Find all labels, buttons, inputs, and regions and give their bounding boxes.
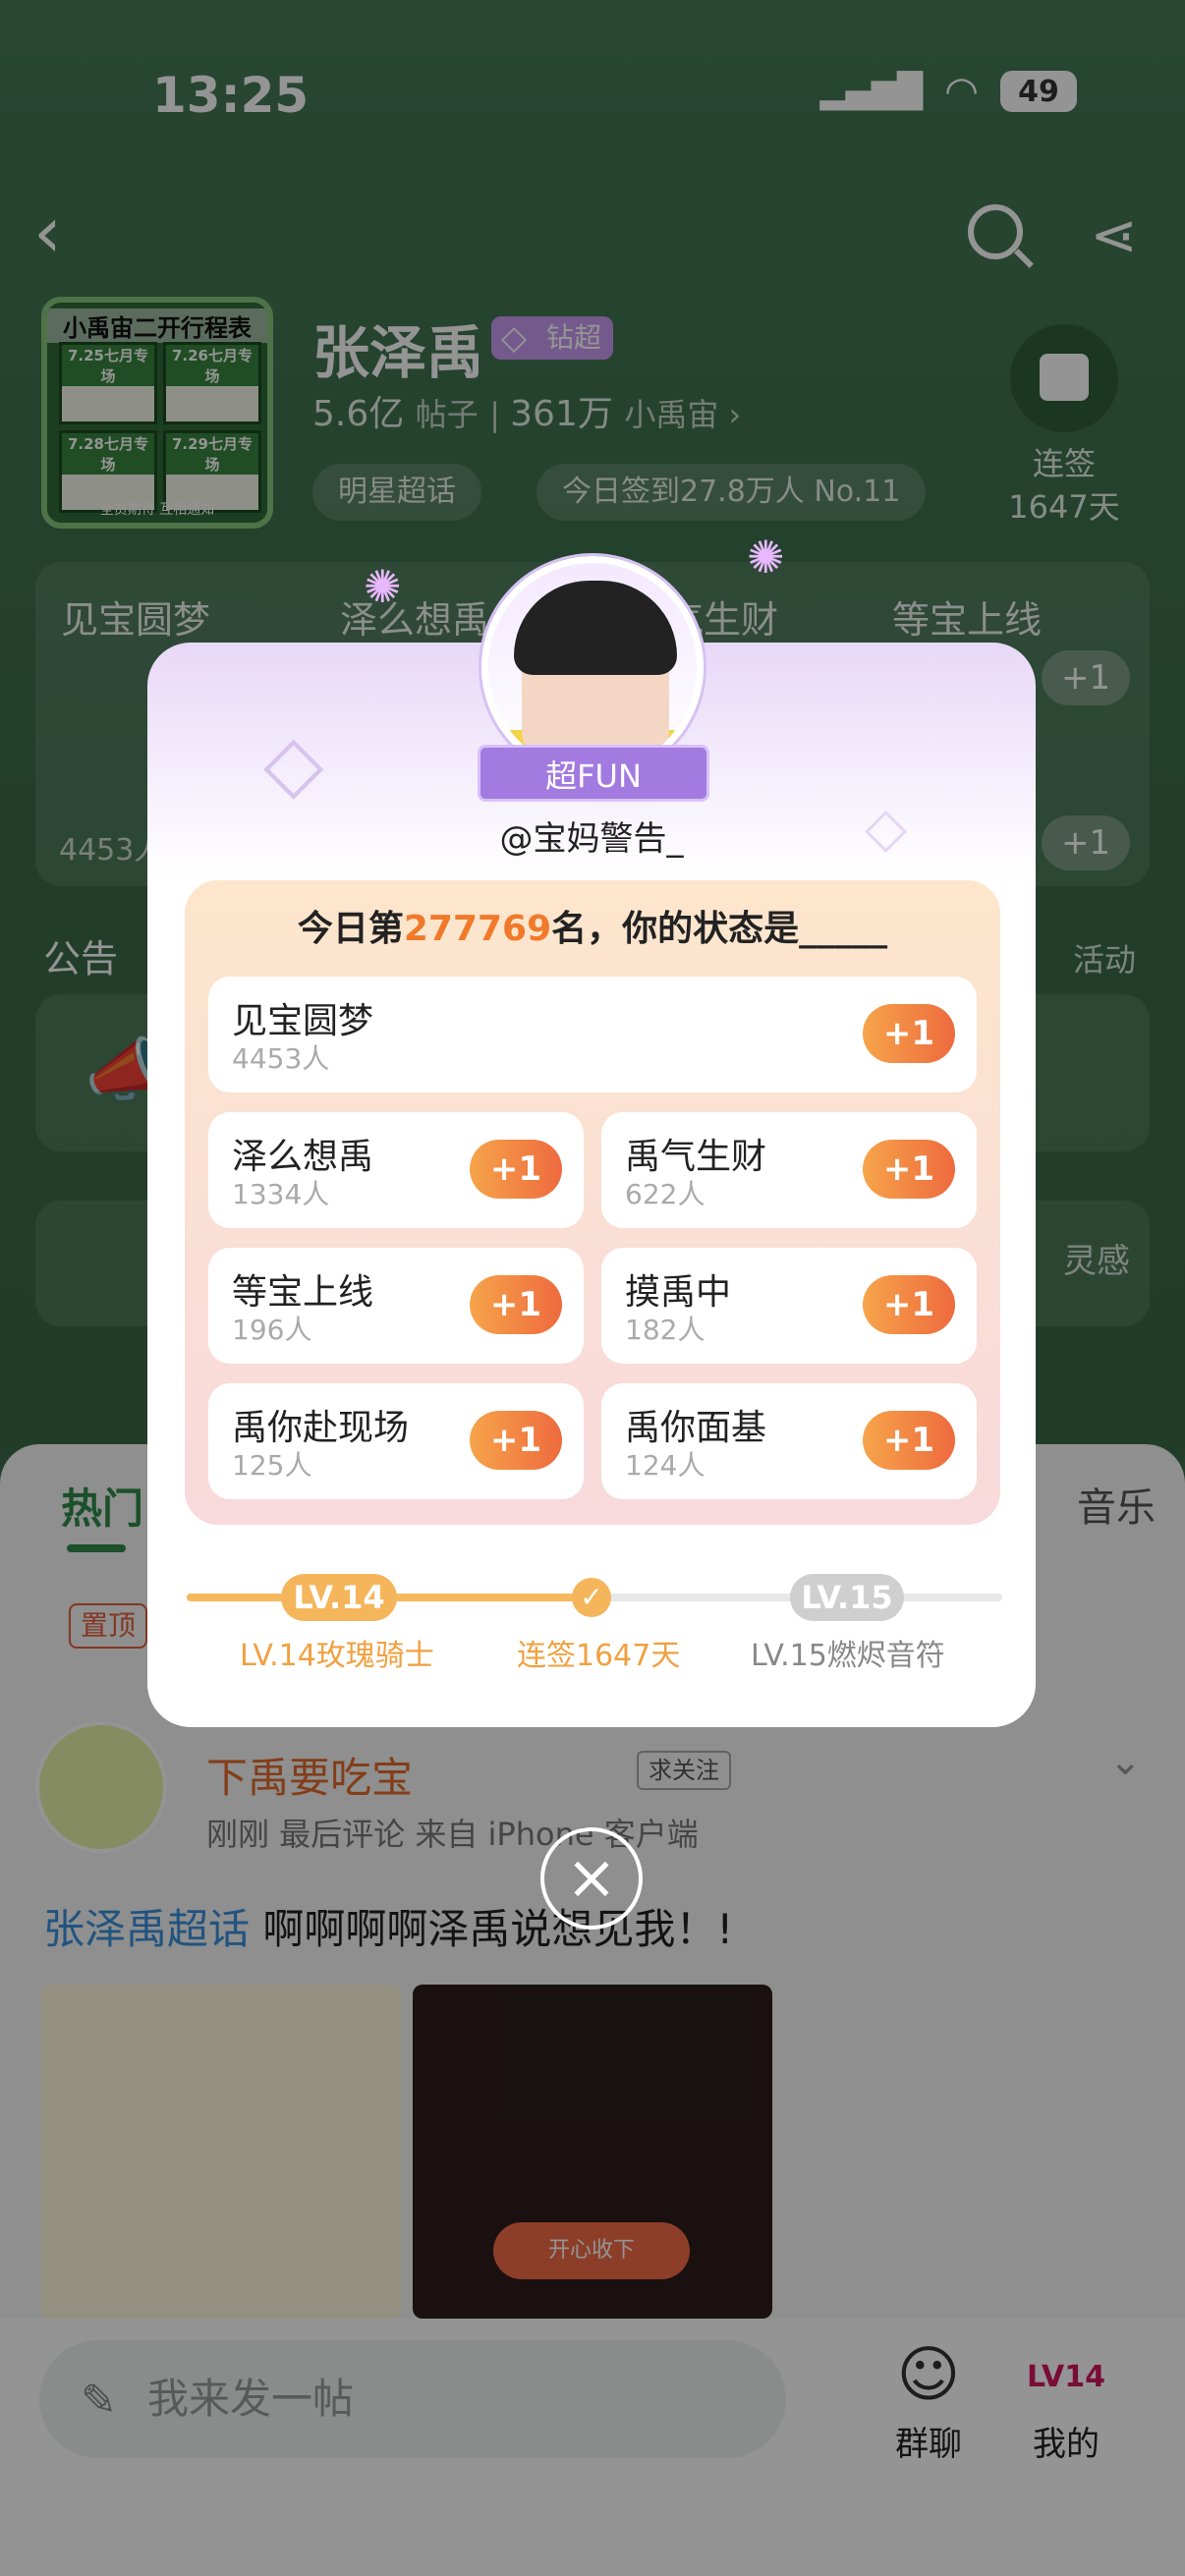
plus-one-button[interactable]: +1 (863, 1004, 955, 1063)
sparkle-icon: ✺ (747, 531, 785, 584)
user-handle: @宝妈警告_ (499, 819, 684, 859)
plus-one-button[interactable]: +1 (470, 1140, 562, 1199)
level-next-badge: LV.15 (790, 1574, 904, 1621)
rank-headline: 今日第277769名，你的状态是_____ (297, 909, 888, 949)
plus-one-button[interactable]: +1 (863, 1275, 955, 1334)
plus-one-button[interactable]: +1 (863, 1411, 955, 1470)
level-current-badge: LV.14 (281, 1574, 397, 1621)
status-option-jianbao[interactable]: 见宝圆梦 4453人 +1 (208, 977, 977, 1092)
checkin-streak: 连签1647天 (517, 1639, 681, 1673)
check-icon: ✓ (572, 1578, 611, 1617)
status-option-yunifuxianchang[interactable]: 禹你赴现场 125人 +1 (208, 1383, 584, 1499)
plus-one-button[interactable]: +1 (470, 1275, 562, 1334)
avatar-hair (514, 581, 677, 675)
close-icon[interactable]: × (540, 1827, 643, 1930)
status-option-yuqishengcai[interactable]: 禹气生财 622人 +1 (601, 1112, 977, 1228)
level-next-name: LV.15燃烬音符 (751, 1639, 945, 1673)
status-option-dengbaoshangxian[interactable]: 等宝上线 196人 +1 (208, 1248, 584, 1364)
status-option-zemexiangyu[interactable]: 泽么想禹 1334人 +1 (208, 1112, 584, 1228)
level-current-name: LV.14玫瑰骑士 (240, 1639, 434, 1673)
status-option-yunimianji[interactable]: 禹你面基 124人 +1 (601, 1383, 977, 1499)
status-option-moyuzhong[interactable]: 摸禹中 182人 +1 (601, 1248, 977, 1364)
sparkle-icon: ✺ (364, 560, 402, 613)
super-fun-ribbon: 超FUN (478, 745, 709, 802)
plus-one-button[interactable]: +1 (863, 1140, 955, 1199)
plus-one-button[interactable]: +1 (470, 1411, 562, 1470)
diamond-decoration-icon: ◇ (263, 717, 324, 809)
